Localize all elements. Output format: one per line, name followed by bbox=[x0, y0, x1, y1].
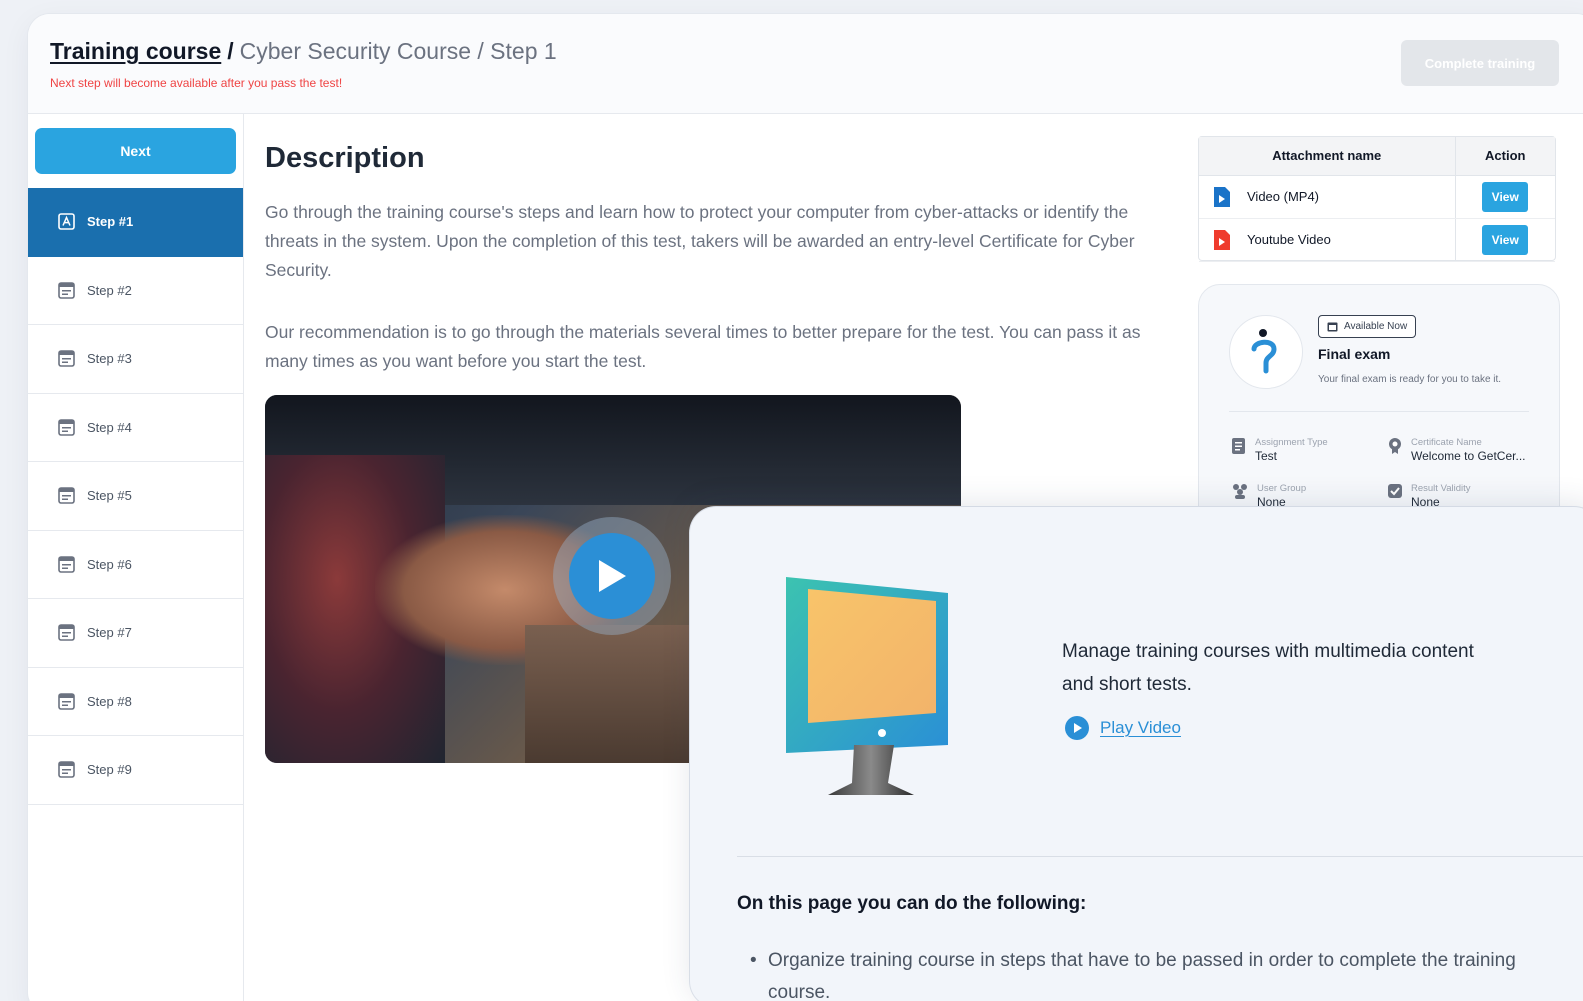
sidebar-step-3[interactable]: Step #3 bbox=[28, 325, 243, 394]
sidebar-step-label: Step #9 bbox=[87, 762, 132, 778]
sidebar-step-label: Step #3 bbox=[87, 351, 132, 367]
result-validity-label: Result Validity bbox=[1411, 483, 1471, 494]
table-row: Video (MP4) View bbox=[1199, 175, 1555, 219]
sidebar-step-2[interactable]: Step #2 bbox=[28, 257, 243, 325]
assignment-type: Assignment Type Test bbox=[1231, 437, 1328, 463]
youtube-icon bbox=[1214, 229, 1230, 250]
play-circle-icon bbox=[1065, 716, 1089, 740]
breadcrumb-training-course-link[interactable]: Training course bbox=[50, 38, 221, 64]
form-icon bbox=[58, 624, 75, 642]
user-group-label: User Group bbox=[1257, 483, 1307, 494]
sidebar-step-label: Step #1 bbox=[87, 214, 134, 230]
sidebar-step-label: Step #7 bbox=[87, 625, 132, 641]
form-icon bbox=[58, 761, 75, 779]
certificate-name-label: Certificate Name bbox=[1411, 437, 1482, 448]
badge-label: Available Now bbox=[1344, 321, 1408, 332]
sidebar-step-label: Step #5 bbox=[87, 488, 132, 504]
video-play-button[interactable] bbox=[569, 533, 655, 619]
exam-logo bbox=[1229, 315, 1303, 389]
sidebar-step-6[interactable]: Step #6 bbox=[28, 531, 243, 599]
user-group: User Group None bbox=[1231, 483, 1306, 509]
description-paragraph-1: Go through the training course's steps a… bbox=[265, 202, 1135, 280]
assignment-type-label: Assignment Type bbox=[1255, 437, 1328, 448]
page-header: Training course / Cyber Security Course / … bbox=[28, 14, 1583, 114]
result-validity: Result Validity None bbox=[1387, 483, 1471, 509]
exam-subtitle: Your final exam is ready for you to take… bbox=[1318, 374, 1502, 385]
attachment-name: Youtube Video bbox=[1247, 232, 1331, 247]
breadcrumb-separator: / bbox=[227, 38, 234, 64]
next-button[interactable]: Next bbox=[35, 128, 236, 174]
sidebar-step-8[interactable]: Step #8 bbox=[28, 668, 243, 736]
assignment-type-value: Test bbox=[1255, 449, 1278, 463]
attachment-name-header: Attachment name bbox=[1199, 137, 1456, 176]
sidebar-step-7[interactable]: Step #7 bbox=[28, 599, 243, 668]
users-icon bbox=[1233, 484, 1247, 499]
overlay-heading: On this page you can do the following: bbox=[737, 893, 1087, 914]
view-button[interactable]: View bbox=[1482, 224, 1529, 255]
form-icon bbox=[58, 350, 75, 368]
play-icon bbox=[599, 560, 626, 592]
steps-sidebar: Next Step #1 Step #2 Step #3 Step #4 Step #5… bbox=[28, 114, 244, 1001]
sidebar-step-4[interactable]: Step #4 bbox=[28, 394, 243, 462]
sidebar-step-label: Step #8 bbox=[87, 693, 132, 709]
breadcrumb-current: Cyber Security Course / Step 1 bbox=[239, 38, 557, 64]
play-video-label: Play Video bbox=[1100, 718, 1181, 737]
overlay-divider bbox=[737, 856, 1583, 857]
form-icon bbox=[58, 692, 75, 710]
exam-title: Final exam bbox=[1318, 346, 1391, 362]
help-overlay-card: Manage training courses with multimedia … bbox=[690, 507, 1583, 1001]
view-button[interactable]: View bbox=[1482, 181, 1529, 212]
list-item: Organize training course in steps that h… bbox=[750, 945, 1550, 1001]
next-step-notice: Next step will become available after yo… bbox=[50, 76, 343, 90]
available-now-badge: Available Now bbox=[1318, 315, 1417, 338]
overlay-feature-list: Organize training course in steps that h… bbox=[750, 945, 1550, 1001]
form-icon bbox=[58, 555, 75, 573]
certificate-name: Certificate Name Welcome to GetCer... bbox=[1387, 437, 1526, 463]
description-paragraph-2: Our recommendation is to go through the … bbox=[265, 322, 1141, 371]
file-video-icon bbox=[1214, 186, 1230, 207]
exam-divider bbox=[1229, 411, 1529, 412]
monitor-icon bbox=[786, 577, 948, 795]
breadcrumb: Training course / Cyber Security Course / … bbox=[50, 38, 557, 65]
final-exam-card[interactable]: Available Now Final exam Your final exam… bbox=[1198, 284, 1560, 544]
form-icon bbox=[58, 487, 75, 505]
question-mark-logo-icon bbox=[1251, 329, 1277, 374]
sidebar-step-9[interactable]: Step #9 bbox=[28, 736, 243, 805]
description-title: Description bbox=[265, 142, 425, 174]
form-icon bbox=[58, 418, 75, 436]
attachment-name: Video (MP4) bbox=[1247, 189, 1320, 204]
overlay-description: Manage training courses with multimedia … bbox=[1062, 641, 1474, 695]
step-a-icon bbox=[58, 213, 75, 231]
sidebar-step-label: Step #2 bbox=[87, 282, 132, 298]
action-header: Action bbox=[1455, 137, 1555, 176]
play-video-link[interactable]: Play Video bbox=[1064, 715, 1181, 741]
check-square-icon bbox=[1388, 484, 1402, 498]
calendar-icon bbox=[1327, 322, 1338, 332]
certificate-name-value: Welcome to GetCer... bbox=[1411, 449, 1526, 463]
sidebar-step-1[interactable]: Step #1 bbox=[28, 188, 243, 257]
step-list: Step #1 Step #2 Step #3 Step #4 Step #5 Step … bbox=[28, 188, 243, 805]
sidebar-step-label: Step #4 bbox=[87, 419, 132, 435]
sidebar-step-5[interactable]: Step #5 bbox=[28, 462, 243, 531]
document-icon bbox=[1232, 438, 1245, 454]
award-icon bbox=[1389, 438, 1401, 454]
attachments-table: Attachment name Action Video (MP4) View bbox=[1198, 136, 1556, 262]
form-icon bbox=[58, 281, 75, 299]
complete-training-button[interactable]: Complete training bbox=[1401, 40, 1559, 86]
sidebar-step-label: Step #6 bbox=[87, 556, 132, 572]
table-row: Youtube Video View bbox=[1199, 218, 1555, 262]
